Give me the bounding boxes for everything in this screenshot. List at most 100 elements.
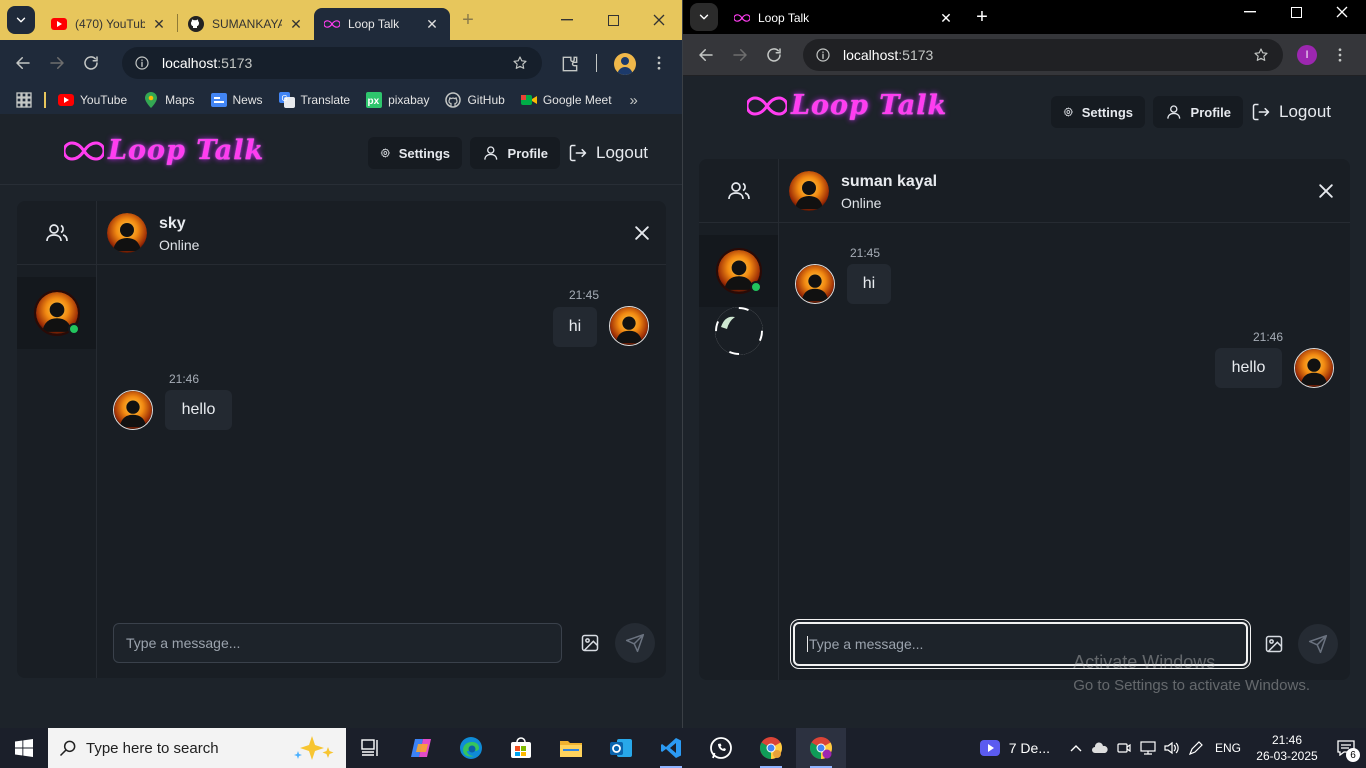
bookmark-pixabay[interactable]: px pixabay <box>366 92 429 108</box>
reload-icon[interactable] <box>78 50 104 76</box>
contacts-header[interactable] <box>699 159 778 223</box>
bookmark-translate[interactable]: G Translate <box>278 92 350 108</box>
maximize-button[interactable] <box>1273 0 1319 24</box>
settings-button[interactable]: Settings <box>368 137 462 169</box>
contact-item[interactable] <box>17 277 96 349</box>
menu-dots-icon[interactable] <box>1331 46 1349 64</box>
edge-icon[interactable] <box>446 728 496 768</box>
close-window-button[interactable] <box>636 0 682 40</box>
pen-icon[interactable] <box>1184 728 1208 768</box>
bookmark-google-meet[interactable]: Google Meet <box>520 92 612 108</box>
clock[interactable]: 21:46 26-03-2025 <box>1248 732 1326 764</box>
address-bar[interactable]: localhost:5173 <box>803 39 1283 71</box>
notification-center[interactable]: 6 <box>1326 728 1366 768</box>
bookmark-star-icon[interactable] <box>512 55 528 71</box>
attach-image-button[interactable] <box>570 623 610 663</box>
tab-youtube[interactable]: (470) YouTube ✕ <box>41 8 177 40</box>
search-icon <box>59 740 76 757</box>
tab-loop-talk[interactable]: Loop Talk ✕ <box>314 8 450 40</box>
new-tab-button[interactable]: + <box>968 3 996 31</box>
profile-avatar[interactable] <box>614 53 636 75</box>
bookmark-maps[interactable]: Maps <box>143 92 195 108</box>
settings-button[interactable]: Settings <box>1051 96 1145 128</box>
volume-icon[interactable] <box>1160 728 1184 768</box>
contact-item[interactable] <box>699 307 778 379</box>
tab-github[interactable]: SUMANKAYAL ✕ <box>178 8 314 40</box>
contact-item[interactable] <box>699 235 778 307</box>
tab-search-button[interactable] <box>7 6 35 34</box>
contacts-header[interactable] <box>17 201 96 265</box>
message-time: 21:46 <box>1253 330 1284 344</box>
profile-avatar[interactable]: I <box>1297 45 1317 65</box>
video-icon <box>979 740 1000 756</box>
back-icon[interactable] <box>10 50 36 76</box>
close-tab-icon[interactable]: ✕ <box>288 16 304 32</box>
back-icon[interactable] <box>693 42 719 68</box>
close-tab-icon[interactable]: ✕ <box>424 16 440 32</box>
taskbar-search[interactable]: Type here to search <box>48 728 346 768</box>
message-input[interactable]: Type a message... <box>113 623 562 663</box>
outlook-icon[interactable] <box>596 728 646 768</box>
looptalk-icon <box>734 10 750 26</box>
bookmark-star-icon[interactable] <box>1253 47 1269 63</box>
menu-dots-icon[interactable] <box>650 54 668 72</box>
file-explorer-icon[interactable] <box>546 728 596 768</box>
tab-loop-talk[interactable]: Loop Talk ✕ <box>724 2 964 34</box>
chat-container: sky Online 21:45 hi 21:46 hello Type a m… <box>17 201 666 678</box>
attach-image-button[interactable] <box>1254 624 1294 664</box>
minimize-button[interactable] <box>1227 0 1273 24</box>
site-info-icon[interactable] <box>815 47 831 63</box>
app-logo[interactable]: Loop Talk <box>64 135 264 166</box>
send-button[interactable] <box>615 623 655 663</box>
logout-button[interactable]: Logout <box>560 137 656 169</box>
tab-search-button[interactable] <box>690 3 718 31</box>
extensions-icon[interactable] <box>560 54 580 74</box>
chrome-icon[interactable] <box>746 728 796 768</box>
whatsapp-icon[interactable] <box>696 728 746 768</box>
bookmark-youtube[interactable]: YouTube <box>58 92 127 108</box>
maximize-button[interactable] <box>590 0 636 40</box>
task-view-icon[interactable] <box>346 728 396 768</box>
app-logo[interactable]: Loop Talk <box>747 90 947 121</box>
vscode-icon[interactable] <box>646 728 696 768</box>
cloud-icon[interactable] <box>1088 728 1112 768</box>
send-button[interactable] <box>1298 624 1338 664</box>
meet-icon <box>520 92 537 108</box>
message-input[interactable]: Type a message... <box>793 622 1248 666</box>
start-button[interactable] <box>0 728 48 768</box>
address-bar[interactable]: localhost:5173 <box>122 47 542 79</box>
apps-grid-icon[interactable] <box>16 92 32 108</box>
close-window-button[interactable] <box>1319 0 1365 24</box>
chevron-up-icon[interactable] <box>1064 728 1088 768</box>
logout-button[interactable]: Logout <box>1243 96 1339 128</box>
bookmark-label: YouTube <box>80 93 128 107</box>
close-icon[interactable] <box>632 223 652 243</box>
profile-button[interactable]: Profile <box>1153 96 1243 128</box>
profile-button[interactable]: Profile <box>470 137 560 169</box>
reload-icon[interactable] <box>761 42 787 68</box>
close-tab-icon[interactable]: ✕ <box>151 16 167 32</box>
network-icon[interactable] <box>1136 728 1160 768</box>
copilot-icon[interactable] <box>396 728 446 768</box>
bookmark-news[interactable]: News <box>210 92 263 108</box>
infinity-logo-icon <box>747 94 787 118</box>
camera-icon[interactable] <box>1112 728 1136 768</box>
site-info-icon[interactable] <box>134 55 150 71</box>
close-tab-icon[interactable]: ✕ <box>938 10 954 26</box>
language-indicator[interactable]: ENG <box>1208 741 1248 755</box>
close-icon[interactable] <box>1316 181 1336 201</box>
store-icon[interactable] <box>496 728 546 768</box>
forward-icon[interactable] <box>44 50 70 76</box>
forward-icon[interactable] <box>727 42 753 68</box>
chat-contact-status: Online <box>841 195 882 211</box>
contacts-sidebar <box>17 201 97 678</box>
more-bookmarks-icon[interactable]: » <box>630 92 638 109</box>
chat-panel: suman kayal Online 21:45 hi 21:46 hello … <box>779 159 1350 680</box>
loop-talk-app: Loop Talk Settings Profile Logout <box>683 76 1366 728</box>
chrome-profile-icon[interactable] <box>796 728 846 768</box>
bookmark-github[interactable]: GitHub <box>445 92 505 108</box>
weather-widget[interactable]: 7 De... <box>979 739 1050 757</box>
minimize-button[interactable] <box>544 0 590 40</box>
system-tray: 7 De... ENG 21:46 26-03-2025 6 <box>979 728 1366 768</box>
new-tab-button[interactable]: + <box>454 6 482 34</box>
